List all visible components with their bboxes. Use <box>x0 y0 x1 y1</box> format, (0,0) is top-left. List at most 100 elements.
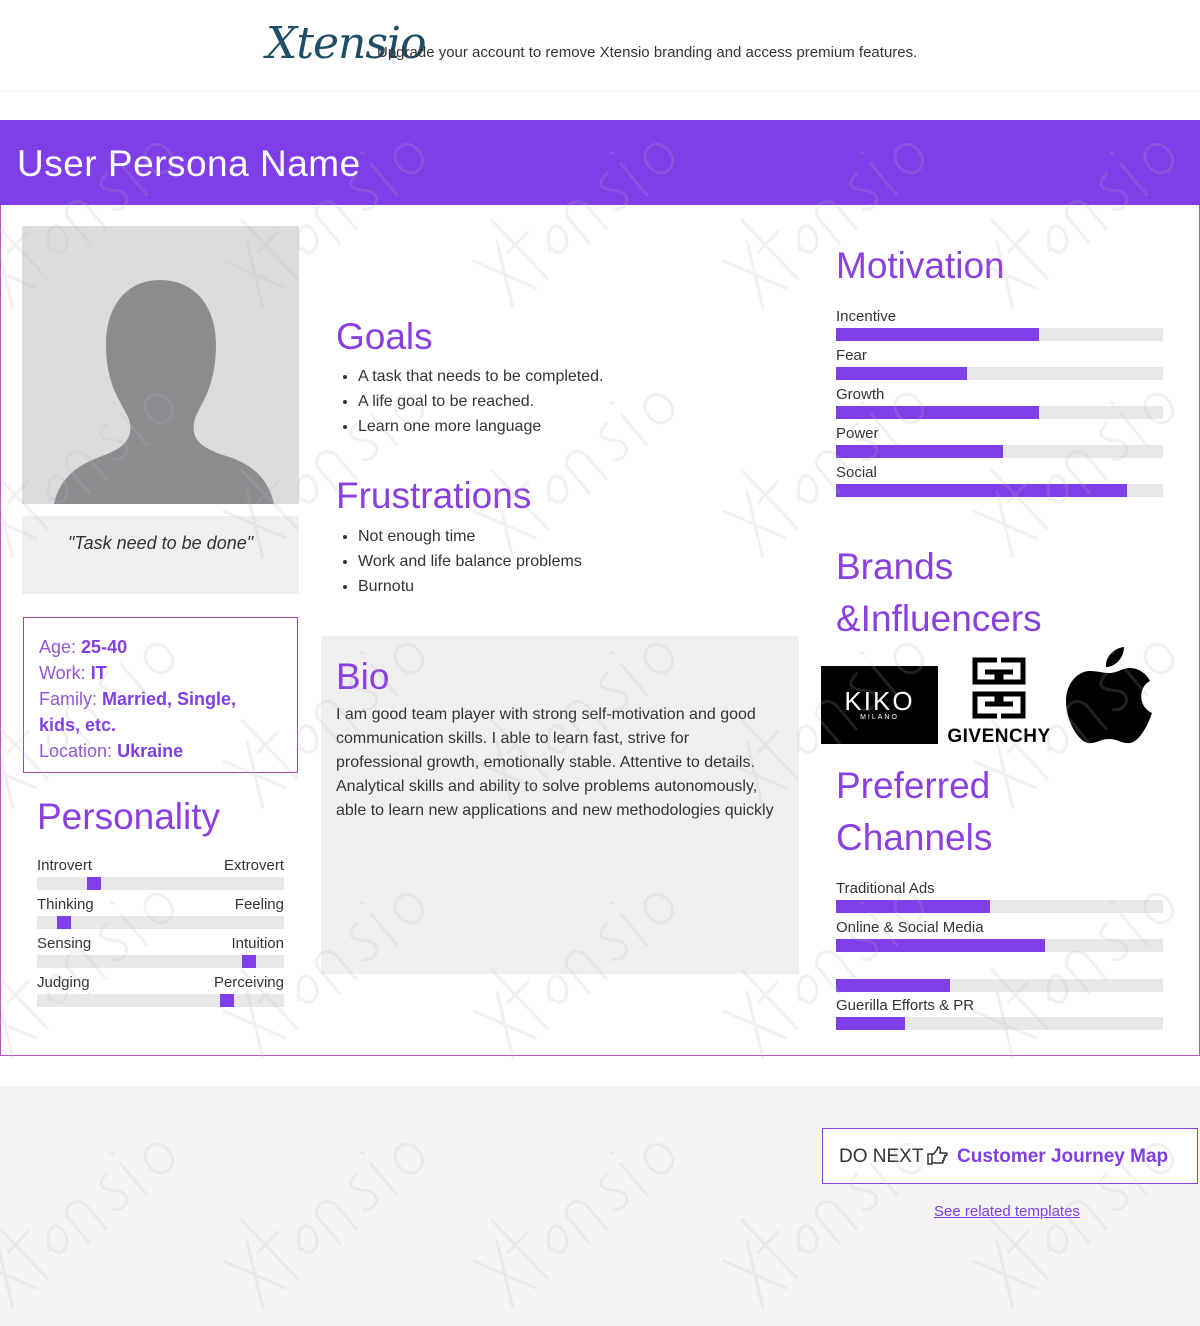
kiko-logo-text: KIKO <box>844 686 915 716</box>
bar-fill <box>836 484 1127 497</box>
family-label: Family: <box>39 689 97 709</box>
channels-title-line2[interactable]: Channels <box>836 817 992 859</box>
bar-fill <box>836 328 1039 341</box>
kiko-logo[interactable]: KIKO MILANO <box>821 666 938 744</box>
quote-box: "Task need to be done" <box>22 516 299 594</box>
bar-track[interactable] <box>836 328 1163 341</box>
trait-slider[interactable]: Judging Perceiving <box>37 974 284 1013</box>
list-item[interactable]: Learn one more language <box>358 414 604 439</box>
givenchy-logo[interactable]: GIVENCHY <box>939 656 1059 747</box>
bar-track[interactable] <box>836 900 1163 913</box>
trait-slider[interactable]: Thinking Feeling <box>37 896 284 935</box>
bar-row: Online & Social Media <box>836 919 1163 958</box>
bio-text[interactable]: I am good team player with strong self-m… <box>336 703 776 823</box>
bar-track[interactable] <box>836 484 1163 497</box>
bar-row: Guerilla Efforts & PR <box>836 997 1163 1036</box>
bar-row: Fear <box>836 347 1163 386</box>
trait-knob[interactable] <box>87 877 101 890</box>
bar-fill <box>836 939 1045 952</box>
age-value[interactable]: 25-40 <box>81 637 127 657</box>
trait-right-label: Intuition <box>231 935 284 952</box>
list-item[interactable]: A task that needs to be completed. <box>358 364 604 389</box>
bar-fill <box>836 367 967 380</box>
upgrade-banner: Xtensio Upgrade your account to remove X… <box>0 0 1200 90</box>
bar-label: Social <box>836 464 877 481</box>
trait-right-label: Perceiving <box>213 974 284 991</box>
brands-title-line1[interactable]: Brands <box>836 546 953 588</box>
bar-track[interactable] <box>836 979 1163 992</box>
trait-slider[interactable]: Introvert Extrovert <box>37 857 284 896</box>
givenchy-logo-text: GIVENCHY <box>947 726 1051 747</box>
upgrade-message[interactable]: Upgrade your account to remove Xtensio b… <box>377 44 917 61</box>
bar-label: Online & Social Media <box>836 919 984 936</box>
frustrations-list: Not enough time Work and life balance pr… <box>358 524 582 599</box>
persona-name[interactable]: User Persona Name <box>17 143 361 185</box>
work-label: Work: <box>39 663 86 683</box>
list-item[interactable]: Work and life balance problems <box>358 549 582 574</box>
person-silhouette-icon <box>22 226 299 504</box>
list-item[interactable]: A life goal to be reached. <box>358 389 604 414</box>
location-value[interactable]: Ukraine <box>117 741 183 761</box>
bar-track[interactable] <box>836 406 1163 419</box>
trait-knob[interactable] <box>57 916 71 929</box>
apple-icon <box>1066 647 1152 744</box>
customer-journey-map-link[interactable]: Customer Journey Map <box>957 1146 1168 1168</box>
bar-row <box>836 959 1163 998</box>
do-next-button[interactable]: DO NEXT Customer Journey Map <box>822 1128 1198 1184</box>
work-value[interactable]: IT <box>91 663 107 683</box>
frustrations-title[interactable]: Frustrations <box>336 475 531 517</box>
trait-right-label: Extrovert <box>223 857 284 874</box>
trait-track[interactable] <box>37 955 284 968</box>
bio-title[interactable]: Bio <box>336 656 389 698</box>
trait-track[interactable] <box>37 916 284 929</box>
trait-left-label: Thinking <box>37 896 94 913</box>
bar-label: Power <box>836 425 879 442</box>
bar-label: Traditional Ads <box>836 880 935 897</box>
bar-fill <box>836 900 990 913</box>
trait-track[interactable] <box>37 994 284 1007</box>
trait-left-label: Sensing <box>37 935 92 952</box>
givenchy-emblem-icon <box>972 657 1026 719</box>
demographics-box: Age: 25-40 Work: IT Family: Married, Sin… <box>23 617 298 773</box>
list-item[interactable]: Not enough time <box>358 524 582 549</box>
bar-fill <box>836 445 1003 458</box>
bar-row: Social <box>836 464 1163 503</box>
avatar[interactable] <box>22 226 299 504</box>
location-line: Location: Ukraine <box>39 738 282 764</box>
channels-title-line1[interactable]: Preferred <box>836 765 990 807</box>
trait-left-label: Introvert <box>37 857 93 874</box>
bar-track[interactable] <box>836 1017 1163 1030</box>
related-templates-link[interactable]: See related templates <box>934 1203 1080 1220</box>
trait-right-label: Feeling <box>234 896 284 913</box>
bar-track[interactable] <box>836 445 1163 458</box>
goals-list: A task that needs to be completed. A lif… <box>358 364 604 439</box>
motivation-title[interactable]: Motivation <box>836 245 1005 287</box>
trait-knob[interactable] <box>242 955 256 968</box>
brands-title-line2[interactable]: &Influencers <box>836 598 1042 640</box>
goals-title[interactable]: Goals <box>336 316 433 358</box>
personality-title[interactable]: Personality <box>37 796 220 838</box>
bar-fill <box>836 406 1039 419</box>
apple-logo[interactable] <box>1066 645 1152 745</box>
persona-quote[interactable]: "Task need to be done" <box>22 533 299 554</box>
bar-row: Incentive <box>836 308 1163 347</box>
trait-knob[interactable] <box>220 994 234 1007</box>
bar-fill <box>836 979 950 992</box>
trait-track[interactable] <box>37 877 284 890</box>
kiko-logo-sub: MILANO <box>860 714 899 721</box>
work-line: Work: IT <box>39 660 282 686</box>
trait-slider[interactable]: Sensing Intuition <box>37 935 284 974</box>
family-line: Family: Married, Single, kids, etc. <box>39 686 282 738</box>
list-item[interactable]: Burnotu <box>358 574 582 599</box>
bar-label: Fear <box>836 347 867 364</box>
bar-row: Growth <box>836 386 1163 425</box>
age-line: Age: 25-40 <box>39 634 282 660</box>
location-label: Location: <box>39 741 113 761</box>
age-label: Age: <box>39 637 77 657</box>
bar-label: Incentive <box>836 308 897 325</box>
bar-row: Traditional Ads <box>836 880 1163 919</box>
bar-label: Guerilla Efforts & PR <box>836 997 975 1014</box>
bar-track[interactable] <box>836 367 1163 380</box>
pointing-hand-icon <box>927 1146 948 1165</box>
bar-track[interactable] <box>836 939 1163 952</box>
